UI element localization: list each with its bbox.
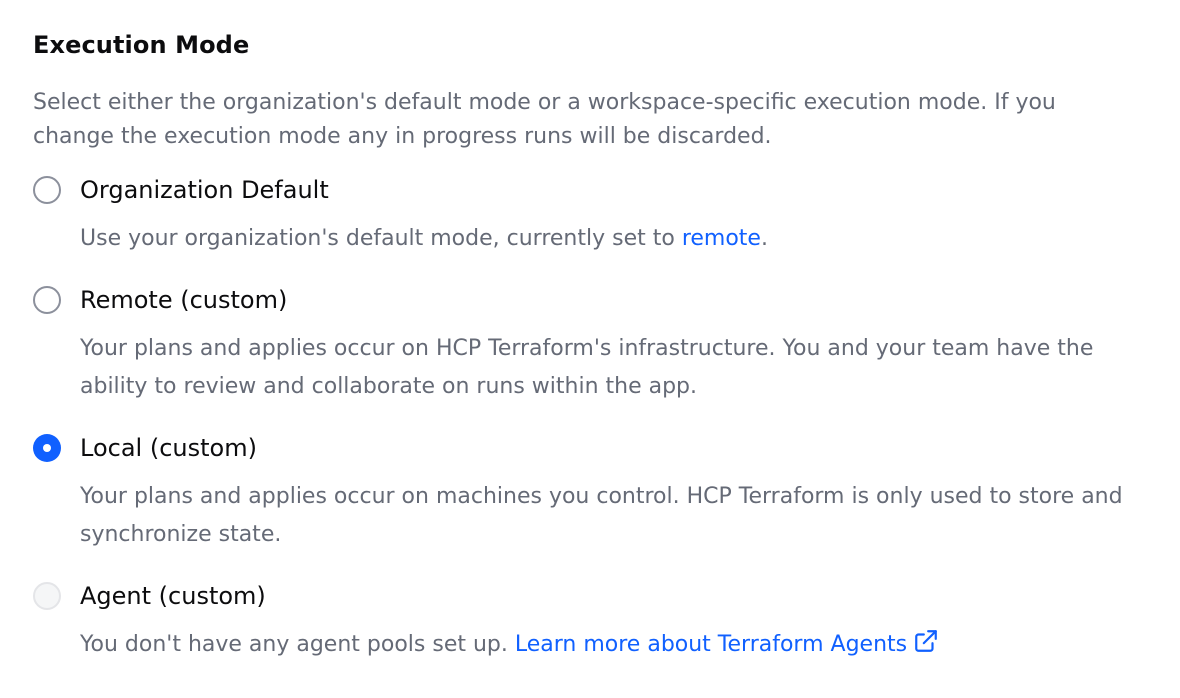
radio-agent-custom (33, 582, 61, 610)
remote-mode-link[interactable]: remote (682, 226, 761, 251)
option-help-text: Use your organization's default mode, cu… (80, 226, 682, 251)
radio-remote-custom[interactable] (33, 286, 61, 314)
terraform-agents-link[interactable]: Learn more about Terraform Agents (515, 630, 939, 657)
radio-organization-default[interactable] (33, 176, 61, 204)
option-label-remote-custom[interactable]: Remote (custom) (80, 284, 287, 316)
execution-mode-section: Execution Mode Select either the organiz… (0, 0, 1180, 698)
option-help-organization-default: Use your organization's default mode, cu… (80, 220, 1160, 258)
terraform-agents-link-label[interactable]: Learn more about Terraform Agents (515, 632, 907, 657)
option-label-local-custom[interactable]: Local (custom) (80, 432, 257, 464)
section-description: Select either the organization's default… (33, 90, 1056, 149)
option-help-local-custom: Your plans and applies occur on machines… (80, 484, 1123, 547)
option-help-suffix: . (760, 226, 768, 251)
radio-local-custom[interactable] (33, 434, 61, 462)
option-label-agent-custom: Agent (custom) (80, 582, 266, 610)
option-help-text: You don't have any agent pools set up. (80, 632, 515, 657)
external-link-icon[interactable] (913, 628, 939, 654)
option-help-remote-custom: Your plans and applies occur on HCP Terr… (80, 336, 1094, 399)
section-title: Execution Mode (33, 31, 250, 59)
option-label-organization-default[interactable]: Organization Default (80, 174, 329, 206)
option-help-agent-custom: You don't have any agent pools set up. L… (80, 626, 1160, 664)
